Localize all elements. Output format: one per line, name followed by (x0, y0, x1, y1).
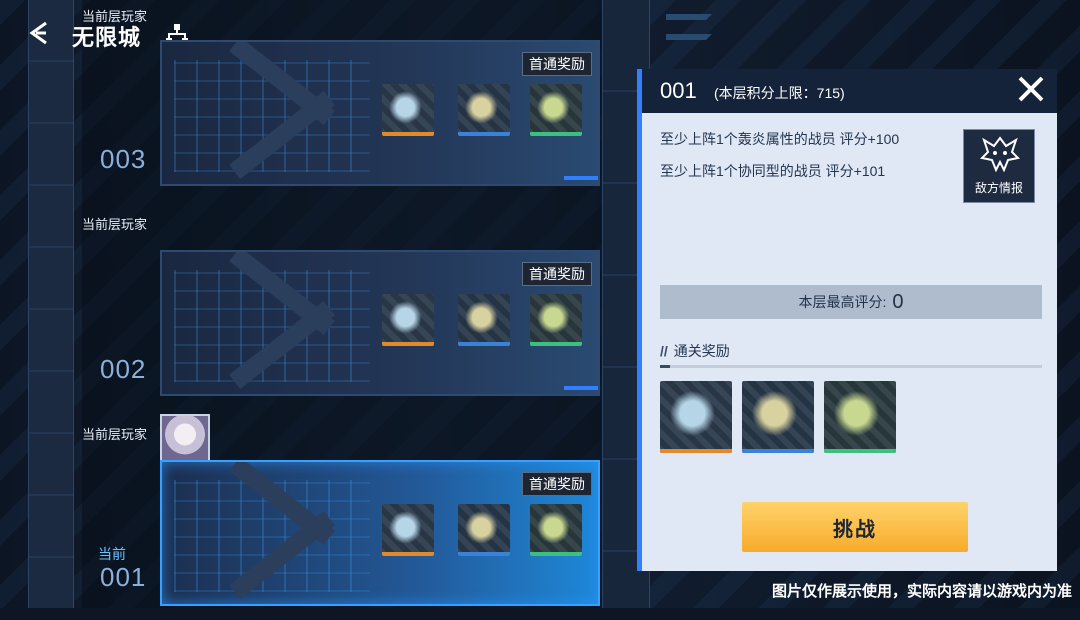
divider (660, 365, 1042, 368)
panel-header: 001 (本层积分上限：715) (642, 69, 1057, 113)
floor-player-label: 当前层玩家 (82, 427, 148, 442)
floor-002: 当前层玩家 首通奖励 002 (82, 210, 602, 410)
demon-mask-icon (980, 136, 1020, 172)
first-clear-reward-tag: 首通奖励 (522, 472, 592, 496)
current-floor-label: 当前 (98, 546, 126, 562)
floor-player-label: 当前层玩家 (82, 217, 148, 232)
bonus-condition: 至少上阵1个轰炎属性的战员 评分+100 (660, 131, 900, 147)
close-button[interactable] (1015, 75, 1047, 107)
close-icon (1018, 76, 1044, 102)
floor-number: 002 (100, 354, 147, 384)
floor-card-current[interactable]: 首通奖励 (160, 460, 600, 606)
slash-icon: // (660, 343, 668, 359)
score-limit-text: (本层积分上限：715) (714, 85, 845, 101)
clear-reward-label: 通关奖励 (673, 343, 730, 359)
blue-tick (564, 386, 598, 390)
enemy-info-button[interactable]: 敌方情报 (963, 129, 1035, 203)
back-button[interactable] (26, 20, 52, 46)
floor-number: 003 (100, 144, 147, 174)
reward-item[interactable] (382, 84, 434, 136)
blue-tick (564, 176, 598, 180)
floor-player-label: 当前层玩家 (82, 9, 148, 24)
best-score-bar: 本层最高评分: 0 (660, 285, 1042, 319)
left-rail-decoration (28, 0, 74, 608)
floor-card[interactable]: 首通奖励 (160, 40, 600, 186)
reward-item[interactable] (458, 294, 510, 346)
floor-001: 当前层玩家 首通奖励 当前 001 (82, 414, 602, 620)
enemy-info-label: 敌方情报 (974, 181, 1023, 195)
reward-item[interactable] (382, 504, 434, 556)
best-score-label: 本层最高评分: (798, 294, 887, 310)
clear-reward-title: // 通关奖励 (660, 341, 730, 361)
panel-floor-number: 001 (660, 78, 697, 103)
clear-reward-item[interactable] (742, 381, 814, 453)
best-score-value: 0 (892, 290, 904, 313)
challenge-button[interactable]: 挑战 (742, 502, 968, 552)
first-clear-reward-tag: 首通奖励 (522, 262, 592, 286)
first-clear-reward-tag: 首通奖励 (522, 52, 592, 76)
reward-item[interactable] (530, 504, 582, 556)
floor-card[interactable]: 首通奖励 (160, 250, 600, 396)
clear-reward-item[interactable] (824, 381, 896, 453)
bonus-condition: 至少上阵1个协同型的战员 评分+101 (660, 163, 886, 179)
floor-number: 001 (100, 562, 147, 592)
reward-item[interactable] (458, 84, 510, 136)
reward-item[interactable] (530, 84, 582, 136)
clear-reward-item[interactable] (660, 381, 732, 453)
floor-003: 当前层玩家 首通奖励 003 (82, 0, 602, 200)
reward-item[interactable] (530, 294, 582, 346)
back-arrow-icon (29, 21, 47, 45)
floor-detail-panel: 001 (本层积分上限：715) 至少上阵1个轰炎属性的战员 评分+100 至少… (637, 69, 1057, 571)
reward-item[interactable] (458, 504, 510, 556)
player-avatar[interactable] (160, 414, 210, 464)
reward-item[interactable] (382, 294, 434, 346)
disclaimer-text: 图片仅作展示使用，实际内容请以游戏内为准 (771, 583, 1072, 600)
